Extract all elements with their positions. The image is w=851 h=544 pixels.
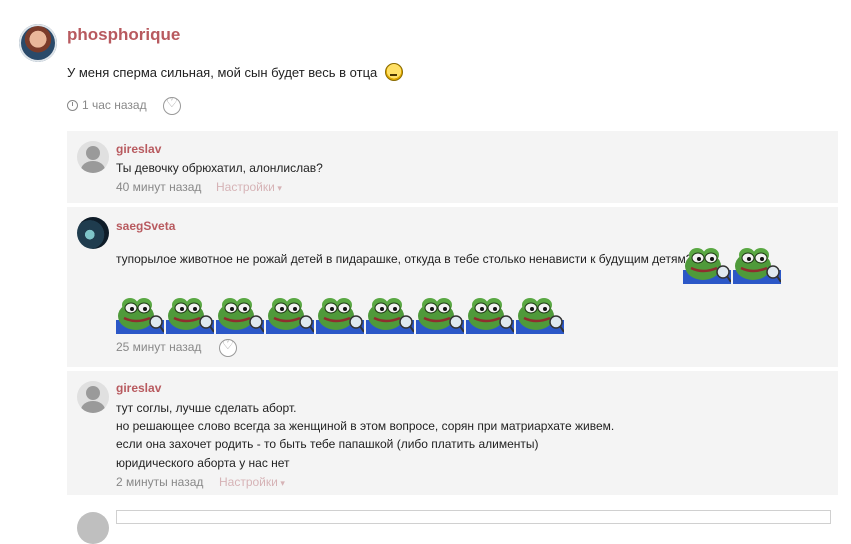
pepe-sticker-icon <box>466 296 514 334</box>
comment-text: тупорылое животное не рожай детей в пида… <box>116 252 693 266</box>
pepe-sticker-icon <box>733 246 781 284</box>
comment-avatar[interactable] <box>77 381 109 413</box>
comment-card: gireslav Ты девочку обрюхатил, алонлисла… <box>67 131 838 203</box>
comment-avatar[interactable] <box>77 141 109 173</box>
pepe-sticker-icon <box>366 296 414 334</box>
pepe-sticker-icon <box>216 296 264 334</box>
pepe-sticker-icon <box>683 246 731 284</box>
comment-text: Ты девочку обрюхатил, алонлислав? <box>116 161 323 175</box>
pepe-sticker-icon <box>266 296 314 334</box>
comment-text-line: но решающее слово всегда за женщиной в э… <box>116 419 615 433</box>
comment-like-heart-icon[interactable] <box>219 338 237 357</box>
comment-text-line: если она захочет родить - то быть тебе п… <box>116 437 539 451</box>
post-like-heart-icon[interactable] <box>163 96 181 115</box>
comment-avatar[interactable] <box>77 217 109 249</box>
post-meta: 1 час назад <box>67 98 147 112</box>
comment-text-line: тут соглы, лучше сделать аборт. <box>116 401 297 415</box>
post-author-name[interactable]: phosphorique <box>67 25 180 45</box>
smiley-emoji-icon <box>385 63 404 81</box>
clock-icon <box>67 99 78 111</box>
pepe-sticker-icon <box>516 296 564 334</box>
post-text: У меня сперма сильная, мой сын будет вес… <box>67 63 404 81</box>
comment-time: 40 минут назад <box>116 180 202 194</box>
comment-card: gireslav тут соглы, лучше сделать аборт.… <box>67 371 838 495</box>
comment-settings-dropdown[interactable]: Настройки <box>219 475 285 489</box>
comment-author[interactable]: gireslav <box>116 381 161 395</box>
post-text-content: У меня сперма сильная, мой сын будет вес… <box>67 64 378 80</box>
comment-author[interactable]: saegSveta <box>116 219 175 233</box>
pepe-sticker-icon <box>116 296 164 334</box>
reply-input[interactable] <box>116 510 831 524</box>
post-author-avatar[interactable] <box>19 24 57 62</box>
comment-card: saegSveta тупорылое животное не рожай де… <box>67 207 838 367</box>
comment-text-line: юридического аборта у нас нет <box>116 456 290 470</box>
comment-author[interactable]: gireslav <box>116 142 161 156</box>
comment-settings-dropdown[interactable]: Настройки <box>216 180 282 194</box>
pepe-sticker-icon <box>316 296 364 334</box>
post-time: 1 час назад <box>82 98 147 112</box>
comment-time: 25 минут назад <box>116 340 202 354</box>
pepe-sticker-icon <box>416 296 464 334</box>
comment-time: 2 минуты назад <box>116 475 204 489</box>
pepe-sticker-icon <box>166 296 214 334</box>
